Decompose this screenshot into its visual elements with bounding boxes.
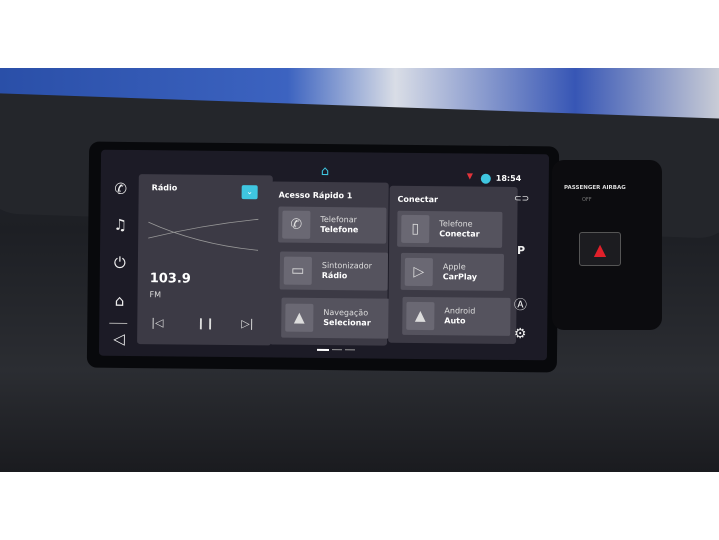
bag-icon[interactable]: ⌂ [108, 292, 130, 310]
page-indicator[interactable] [332, 349, 343, 351]
tile-android-auto[interactable]: ▲ Android Auto [402, 296, 511, 336]
carplay-icon: ▷ [404, 257, 433, 286]
infotainment-screen: ⌂ ▼ 18:54 ✆ ♫ ⏻ ⌂ ◁ Rádio ⌄ 103.9 FM |◁ … [98, 149, 550, 361]
hazard-button[interactable]: ▲ [579, 232, 621, 266]
phone-add-icon: ▯ [401, 214, 430, 244]
radio-icon: ▭ [283, 256, 312, 285]
tile-sublabel: Auto [444, 316, 466, 326]
divider [109, 322, 128, 324]
tile-telefonar[interactable]: ✆ Telefonar Telefone [278, 206, 387, 244]
radio-waveform [148, 218, 259, 251]
tile-sublabel: Rádio [321, 270, 348, 281]
page-indicator[interactable] [345, 349, 356, 351]
tile-label: Telefonar [320, 214, 357, 225]
tile-sintonizador[interactable]: ▭ Sintonizador Rádio [279, 251, 389, 291]
music-icon[interactable]: ♫ [109, 216, 131, 234]
connect-title: Conectar [397, 194, 439, 205]
tile-label: Apple [442, 261, 466, 271]
phone-icon[interactable]: ✆ [110, 180, 132, 198]
tile-sublabel: Selecionar [323, 317, 371, 328]
phone-icon: ✆ [282, 210, 311, 239]
wifi-icon: ▼ [466, 171, 474, 181]
navigation-icon: ▲ [285, 303, 314, 332]
power-icon[interactable]: ⏻ [109, 254, 131, 272]
tile-label: Telefone [439, 219, 473, 229]
radio-card[interactable]: Rádio ⌄ 103.9 FM |◁ ❙❙ ▷| [137, 174, 273, 346]
user-icon[interactable] [480, 173, 491, 184]
tile-carplay[interactable]: ▷ Apple CarPlay [400, 252, 505, 291]
quick-access-card: Acesso Rápido 1 ✆ Telefonar Telefone ▭ Sint… [269, 181, 390, 346]
home-icon[interactable]: ⌂ [321, 164, 329, 179]
tile-label: Sintonizador [321, 260, 372, 271]
tile-label: Navegação [323, 307, 369, 318]
airbag-panel: PASSENGER AIRBAG OFF ▲ [552, 160, 662, 330]
connect-card: Conectar ▯ Telefone Conectar ▷ Apple CarPlay… [388, 185, 518, 345]
radio-title: Rádio [151, 183, 178, 193]
tile-navegacao[interactable]: ▲ Navegação Selecionar [281, 297, 390, 339]
tile-sublabel: Telefone [320, 224, 359, 235]
radio-band: FM [149, 290, 162, 300]
tile-label: Android [444, 306, 476, 316]
tile-telefone-conectar[interactable]: ▯ Telefone Conectar [397, 210, 503, 248]
tile-sublabel: Conectar [439, 229, 480, 239]
chevron-down-icon[interactable]: ⌄ [241, 185, 258, 200]
previous-button[interactable]: |◁ [151, 316, 163, 329]
parking-icon[interactable]: P [510, 244, 532, 257]
car-icon[interactable]: ⊂⊃ [511, 194, 533, 204]
assist-off-icon[interactable]: Ⓐ [509, 294, 531, 313]
airbag-off-label: OFF [582, 197, 592, 203]
hazard-icon: ▲ [593, 239, 607, 259]
quick-access-title: Acesso Rápido 1 [278, 190, 353, 201]
airbag-label: PASSENGER AIRBAG [564, 185, 626, 191]
android-auto-icon: ▲ [406, 301, 435, 331]
radio-frequency: 103.9 [149, 271, 191, 287]
pause-button[interactable]: ❙❙ [196, 317, 215, 330]
settings-icon[interactable]: ⚙ [509, 326, 531, 342]
tile-sublabel: CarPlay [442, 271, 478, 282]
clock: 18:54 [495, 173, 522, 184]
next-button[interactable]: ▷| [241, 317, 253, 330]
page-indicator-active[interactable] [316, 348, 330, 352]
volume-icon[interactable]: ◁ [108, 330, 130, 348]
